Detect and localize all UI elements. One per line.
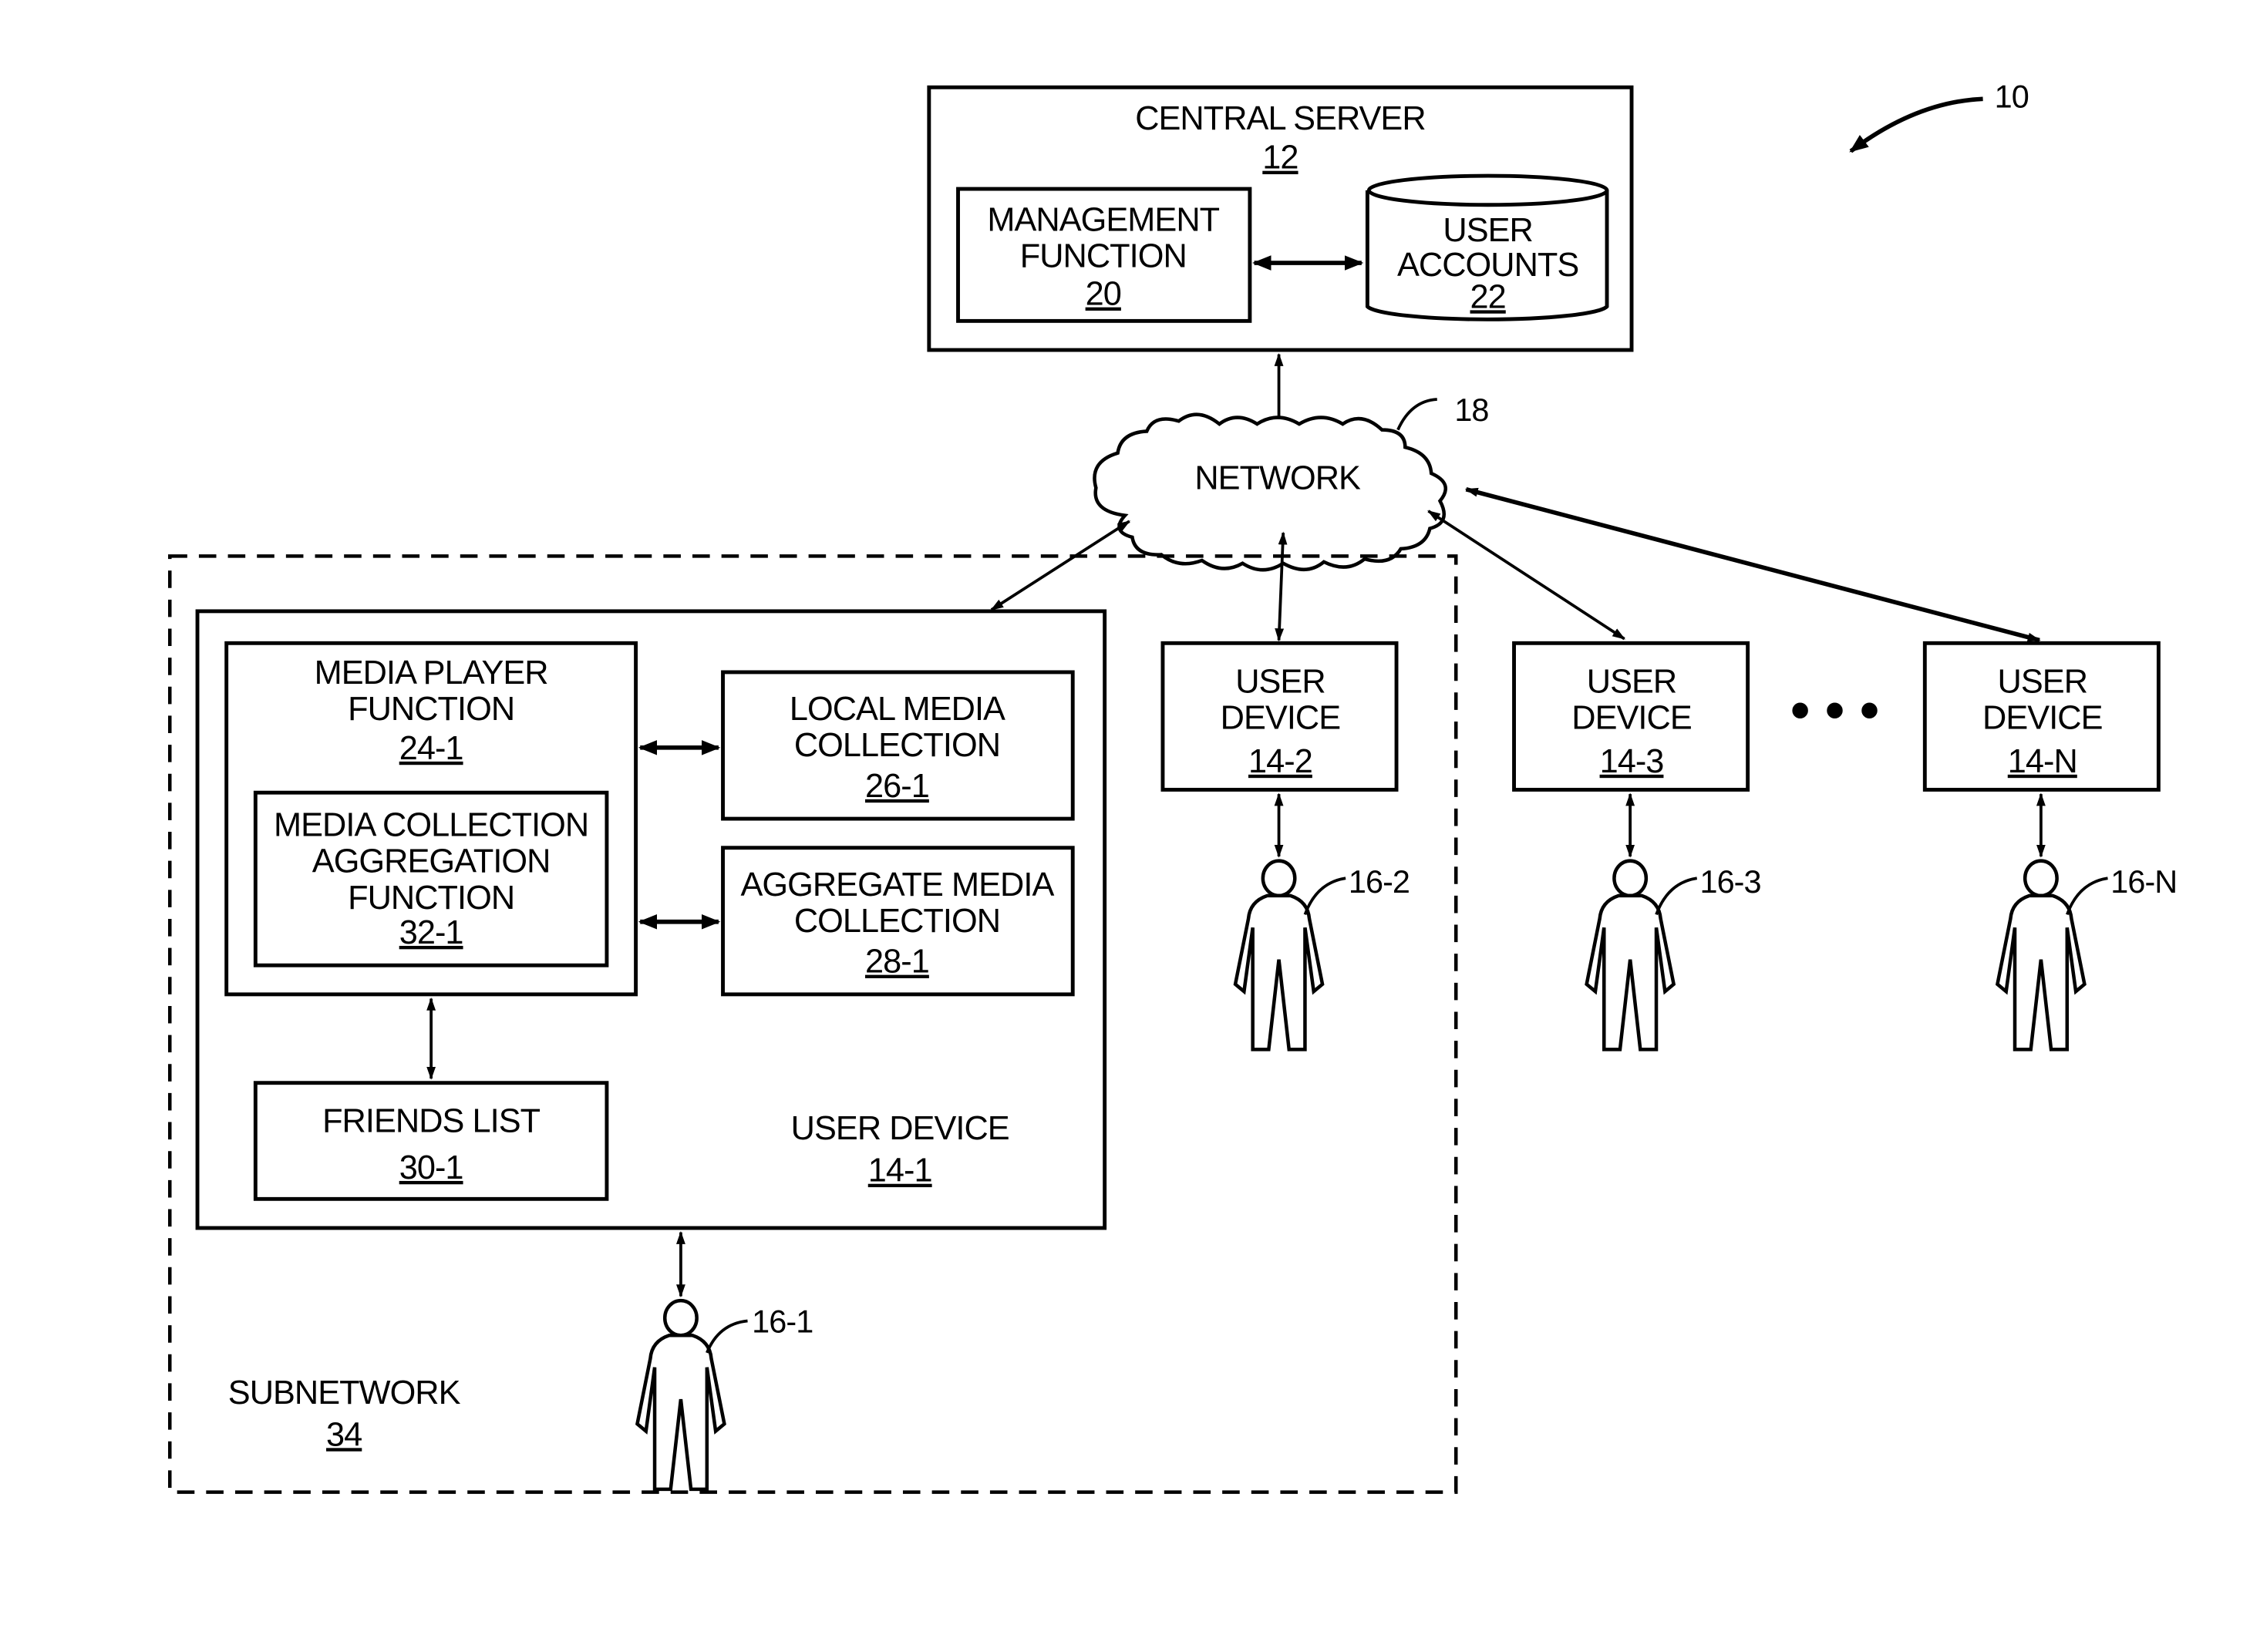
subnetwork-ref: 34	[326, 1416, 362, 1453]
user-device-14-n: USER DEVICE 14-N 16-N	[1922, 641, 2178, 1050]
user-device-14-2-label-1: USER	[1235, 663, 1325, 700]
user-device-14-3-label-1: USER	[1587, 663, 1676, 700]
local-media-label-2: COLLECTION	[794, 727, 1000, 764]
user-accounts-ref: 22	[1470, 278, 1506, 315]
user-device-14-1-label: USER DEVICE	[791, 1110, 1009, 1147]
user-16-1-leader	[706, 1319, 748, 1354]
user-device-14-3: USER DEVICE 14-3 16-3	[1512, 641, 1762, 1050]
network-label: NETWORK	[1194, 460, 1361, 497]
user-16-3-leader	[1655, 876, 1698, 915]
network-ref: 18	[1454, 392, 1488, 428]
user-device-14-1: MEDIA PLAYER FUNCTION 24-1 MEDIA COLLECT…	[195, 609, 1107, 1230]
aggregate-media-ref: 28-1	[865, 944, 929, 981]
friends-list: FRIENDS LIST 30-1	[253, 1081, 609, 1201]
central-server-ref: 12	[1262, 140, 1298, 177]
user-16-1: 16-1	[637, 1300, 813, 1489]
management-function: MANAGEMENT FUNCTION 20	[956, 187, 1252, 323]
friends-list-label: FRIENDS LIST	[322, 1103, 541, 1140]
user-device-14-1-ref: 14-1	[868, 1152, 932, 1189]
figure-ref-arrow	[1849, 96, 1983, 153]
user-16-2-leader	[1303, 876, 1346, 915]
aggregation-label-2: AGGREGATION	[312, 843, 551, 880]
person-icon	[637, 1300, 724, 1489]
local-media-ref: 26-1	[865, 768, 929, 805]
network-ref-leader	[1396, 398, 1437, 431]
friends-list-ref: 30-1	[399, 1149, 463, 1186]
management-function-label-1: MANAGEMENT	[987, 202, 1219, 239]
media-player-label-2: FUNCTION	[348, 691, 514, 728]
network-cloud: NETWORK 18	[1093, 392, 1489, 572]
person-icon	[1997, 861, 2084, 1050]
user-device-14-n-label-2: DEVICE	[1982, 699, 2103, 736]
local-media-collection: LOCAL MEDIA COLLECTION 26-1	[721, 670, 1075, 821]
user-16-n-ref: 16-N	[2110, 864, 2177, 900]
network-device-3-arrow	[1427, 510, 1626, 641]
media-player-ref: 24-1	[399, 730, 463, 767]
management-function-label-2: FUNCTION	[1020, 238, 1187, 275]
person-icon	[1587, 861, 1674, 1050]
network-device-1-arrow	[990, 520, 1131, 611]
aggregate-media-label-2: COLLECTION	[794, 903, 1000, 940]
ellipsis-icon: • • •	[1790, 679, 1879, 741]
person-icon	[1235, 861, 1322, 1050]
media-player-function: MEDIA PLAYER FUNCTION 24-1 MEDIA COLLECT…	[224, 641, 638, 997]
figure-ref-label: 10	[1995, 79, 2029, 115]
aggregation-ref: 32-1	[399, 914, 463, 951]
figure-reference: 10	[1849, 79, 2029, 153]
media-player-label-1: MEDIA PLAYER	[315, 654, 548, 691]
user-device-14-2-label-2: DEVICE	[1221, 699, 1341, 736]
aggregate-media-collection: AGGREGATE MEDIA COLLECTION 28-1	[721, 846, 1075, 997]
management-function-ref: 20	[1086, 276, 1121, 313]
user-accounts-label-1: USER	[1443, 212, 1532, 249]
aggregation-label-1: MEDIA COLLECTION	[274, 807, 588, 844]
network-device-n-arrow	[1464, 487, 2041, 643]
user-device-14-3-ref: 14-3	[1600, 743, 1664, 780]
central-server: CENTRAL SERVER 12 MANAGEMENT FUNCTION 20…	[927, 85, 1634, 352]
user-device-14-n-label-1: USER	[1998, 663, 2087, 700]
user-16-1-ref: 16-1	[752, 1304, 813, 1340]
user-device-14-3-label-2: DEVICE	[1571, 699, 1692, 736]
user-16-2-ref: 16-2	[1349, 864, 1410, 900]
user-16-n-leader	[2066, 876, 2108, 915]
user-device-14-n-ref: 14-N	[2008, 743, 2077, 780]
aggregation-label-3: FUNCTION	[348, 880, 514, 917]
user-device-14-2: USER DEVICE 14-2 16-2	[1160, 641, 1410, 1050]
subnetwork-label: SUBNETWORK	[228, 1374, 461, 1411]
user-16-3-ref: 16-3	[1700, 864, 1761, 900]
media-collection-aggregation-function: MEDIA COLLECTION AGGREGATION FUNCTION 32…	[253, 790, 609, 967]
aggregate-media-label-1: AGGREGATE MEDIA	[740, 866, 1054, 903]
user-accounts-database: USER ACCOUNTS 22	[1365, 173, 1609, 321]
local-media-label-1: LOCAL MEDIA	[790, 691, 1005, 728]
user-device-14-2-ref: 14-2	[1248, 743, 1312, 780]
central-server-title: CENTRAL SERVER	[1135, 100, 1425, 137]
system-diagram: 10 CENTRAL SERVER 12 MANAGEMENT FUNCTION…	[168, 79, 2178, 1494]
